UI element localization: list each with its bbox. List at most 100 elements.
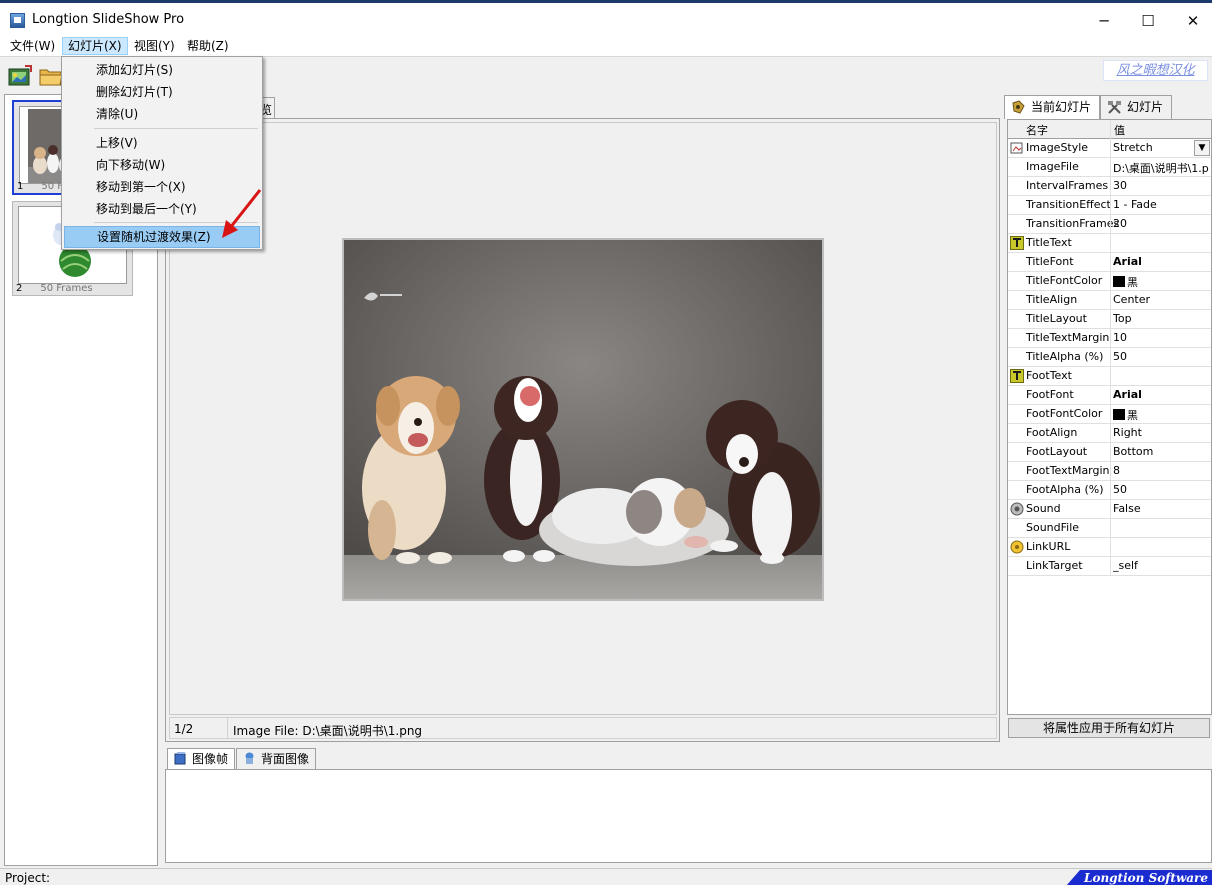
- property-row[interactable]: TransitionEffect 1 - Fade: [1008, 196, 1211, 215]
- property-row[interactable]: FootFont Arial: [1008, 386, 1211, 405]
- property-value[interactable]: 8: [1113, 464, 1209, 477]
- close-button[interactable]: ✕: [1170, 6, 1212, 36]
- back-image-icon: [245, 752, 254, 764]
- property-row[interactable]: TitleAlpha (%) 50: [1008, 348, 1211, 367]
- property-name: TitleText: [1026, 236, 1072, 249]
- tab-current-slide-label: 当前幻灯片: [1031, 100, 1092, 114]
- frame-icon: [174, 752, 186, 765]
- chevron-down-icon[interactable]: ▼: [1194, 140, 1210, 156]
- property-divider: [1110, 253, 1111, 272]
- property-name: FootLayout: [1026, 445, 1088, 458]
- property-value-text: Top: [1113, 312, 1132, 325]
- property-divider: [1110, 443, 1111, 462]
- property-name: TitleFontColor: [1026, 274, 1103, 287]
- property-name: TitleAlpha (%): [1026, 350, 1104, 363]
- property-value[interactable]: 黑: [1113, 407, 1209, 423]
- property-value-text: D:\桌面\说明书\1.png: [1113, 162, 1209, 175]
- property-value[interactable]: _self: [1113, 559, 1209, 572]
- property-row[interactable]: TransitionFrames 20: [1008, 215, 1211, 234]
- property-row[interactable]: FootAlpha (%) 50: [1008, 481, 1211, 500]
- color-swatch: [1113, 276, 1125, 287]
- property-value[interactable]: D:\桌面\说明书\1.png: [1113, 160, 1209, 176]
- property-row[interactable]: IntervalFrames 30: [1008, 177, 1211, 196]
- new-slideshow-icon[interactable]: [6, 63, 34, 89]
- slide-preview-image: [342, 238, 824, 601]
- property-row[interactable]: FootFontColor 黑: [1008, 405, 1211, 424]
- property-row[interactable]: TitleFontColor 黑: [1008, 272, 1211, 291]
- company-name: Longtion Software: [1084, 871, 1209, 885]
- property-value-text: False: [1113, 502, 1141, 515]
- property-row[interactable]: FootLayout Bottom: [1008, 443, 1211, 462]
- apply-to-all-slides-button[interactable]: 将属性应用于所有幻灯片: [1008, 718, 1210, 738]
- property-row[interactable]: TitleTextMargin 10: [1008, 329, 1211, 348]
- menu-item-add-slide[interactable]: 添加幻灯片(S): [64, 59, 260, 81]
- image-style-icon: [1010, 142, 1023, 154]
- property-value[interactable]: Top: [1113, 312, 1209, 325]
- maximize-button[interactable]: ☐: [1125, 6, 1171, 36]
- menu-separator: [94, 128, 258, 129]
- property-divider: [1110, 272, 1111, 291]
- property-value-text: Arial: [1113, 388, 1142, 401]
- property-row[interactable]: LinkTarget _self: [1008, 557, 1211, 576]
- property-value[interactable]: False: [1113, 502, 1209, 515]
- tab-slideshow[interactable]: 幻灯片: [1100, 95, 1173, 119]
- property-value[interactable]: 30: [1113, 179, 1209, 192]
- property-row[interactable]: TitleText: [1008, 234, 1211, 253]
- property-value[interactable]: 50: [1113, 483, 1209, 496]
- menu-help[interactable]: 帮助(Z): [182, 37, 234, 55]
- property-divider: [1110, 538, 1111, 557]
- menu-view[interactable]: 视图(Y): [129, 37, 180, 55]
- menu-item-delete-slide[interactable]: 删除幻灯片(T): [64, 81, 260, 103]
- property-divider: [1110, 367, 1111, 386]
- property-row[interactable]: TitleLayout Top: [1008, 310, 1211, 329]
- property-row[interactable]: FootText: [1008, 367, 1211, 386]
- property-value[interactable]: 20: [1113, 217, 1209, 230]
- window-title: Longtion SlideShow Pro: [32, 12, 185, 27]
- property-value[interactable]: Arial: [1113, 255, 1209, 268]
- property-value-text: _self: [1113, 559, 1138, 572]
- property-row[interactable]: LinkURL: [1008, 538, 1211, 557]
- property-row[interactable]: ImageFile D:\桌面\说明书\1.png: [1008, 158, 1211, 177]
- tab-back-image[interactable]: 背面图像: [236, 748, 317, 770]
- tab-current-slide[interactable]: 当前幻灯片: [1004, 95, 1101, 119]
- property-value[interactable]: Bottom: [1113, 445, 1209, 458]
- property-row[interactable]: TitleAlign Center: [1008, 291, 1211, 310]
- property-name: TitleTextMargin: [1026, 331, 1110, 344]
- property-row[interactable]: FootAlign Right: [1008, 424, 1211, 443]
- menu-file[interactable]: 文件(W): [5, 37, 60, 55]
- property-name: TransitionEffect: [1026, 198, 1111, 211]
- property-divider: [1110, 291, 1111, 310]
- status-divider: [227, 718, 228, 738]
- property-row[interactable]: SoundFile: [1008, 519, 1211, 538]
- translator-brand-link[interactable]: 风之暇想汉化: [1103, 60, 1208, 81]
- property-row[interactable]: TitleFont Arial: [1008, 253, 1211, 272]
- property-divider: [1110, 177, 1111, 196]
- menu-item-clear[interactable]: 清除(U): [64, 103, 260, 125]
- property-name: TitleAlign: [1026, 293, 1078, 306]
- tab-image-frames[interactable]: 图像帧: [167, 748, 236, 770]
- property-divider: [1110, 310, 1111, 329]
- property-value[interactable]: Right: [1113, 426, 1209, 439]
- tab-back-image-label: 背面图像: [261, 752, 310, 766]
- menu-item-move-down[interactable]: 向下移动(W): [64, 154, 260, 176]
- property-row[interactable]: ImageStyle Stretch ▼: [1008, 139, 1211, 158]
- property-value[interactable]: Center: [1113, 293, 1209, 306]
- slide-thumbnail-caption: 2 50 Frames: [16, 283, 93, 294]
- property-value-text: Right: [1113, 426, 1142, 439]
- menu-item-move-up[interactable]: 上移(V): [64, 132, 260, 154]
- property-value[interactable]: Arial: [1113, 388, 1209, 401]
- property-row[interactable]: Sound False: [1008, 500, 1211, 519]
- tab-image-frames-label: 图像帧: [192, 752, 229, 766]
- property-name: Sound: [1026, 502, 1061, 515]
- property-value[interactable]: 50: [1113, 350, 1209, 363]
- menu-slides[interactable]: 幻灯片(X): [62, 37, 128, 55]
- property-divider: [1110, 215, 1111, 234]
- property-value[interactable]: 黑: [1113, 274, 1209, 290]
- property-name: TitleLayout: [1026, 312, 1087, 325]
- property-row[interactable]: FootTextMargin 8: [1008, 462, 1211, 481]
- text-t-icon: [1010, 236, 1024, 250]
- property-name: FootText: [1026, 369, 1072, 382]
- property-value[interactable]: 10: [1113, 331, 1209, 344]
- minimize-button[interactable]: ─: [1081, 6, 1127, 36]
- property-value[interactable]: 1 - Fade: [1113, 198, 1209, 211]
